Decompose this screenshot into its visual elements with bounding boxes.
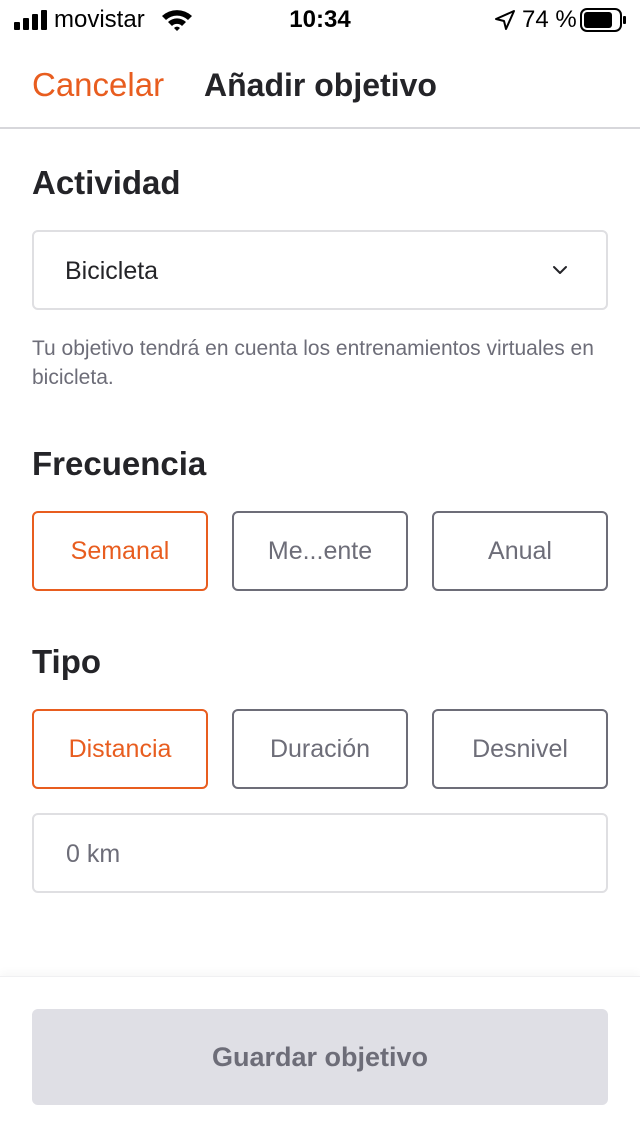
navigation-bar: Cancelar Añadir objetivo: [0, 40, 640, 129]
battery-percentage: 74 %: [522, 6, 577, 33]
activity-dropdown[interactable]: Bicicleta: [32, 230, 608, 310]
footer: Guardar objetivo: [0, 976, 640, 1136]
save-goal-button[interactable]: Guardar objetivo: [32, 1009, 608, 1105]
type-option-elevation[interactable]: Desnivel: [432, 709, 608, 789]
frequency-heading: Frecuencia: [32, 445, 207, 482]
type-option-duration[interactable]: Duración: [232, 709, 408, 789]
activity-selected-value: Bicicleta: [65, 257, 159, 285]
status-bar: movistar 10:34 74 %: [0, 0, 640, 40]
page-title: Añadir objetivo: [204, 67, 437, 103]
frequency-option-yearly[interactable]: Anual: [432, 511, 608, 591]
goal-value-input[interactable]: [66, 835, 566, 873]
location-arrow-icon: [495, 10, 515, 30]
activity-helper-text: Tu objetivo tendrá en cuenta los entrena…: [32, 337, 594, 389]
activity-heading: Actividad: [32, 164, 181, 201]
cancel-button[interactable]: Cancelar: [32, 66, 164, 104]
frequency-option-monthly[interactable]: Me...ente: [232, 511, 408, 591]
type-heading: Tipo: [32, 643, 102, 680]
frequency-option-weekly[interactable]: Semanal: [32, 511, 208, 591]
chevron-down-icon: [553, 266, 567, 274]
battery-icon: [580, 8, 626, 32]
goal-value-field: [32, 813, 608, 893]
type-option-distance[interactable]: Distancia: [32, 709, 208, 789]
